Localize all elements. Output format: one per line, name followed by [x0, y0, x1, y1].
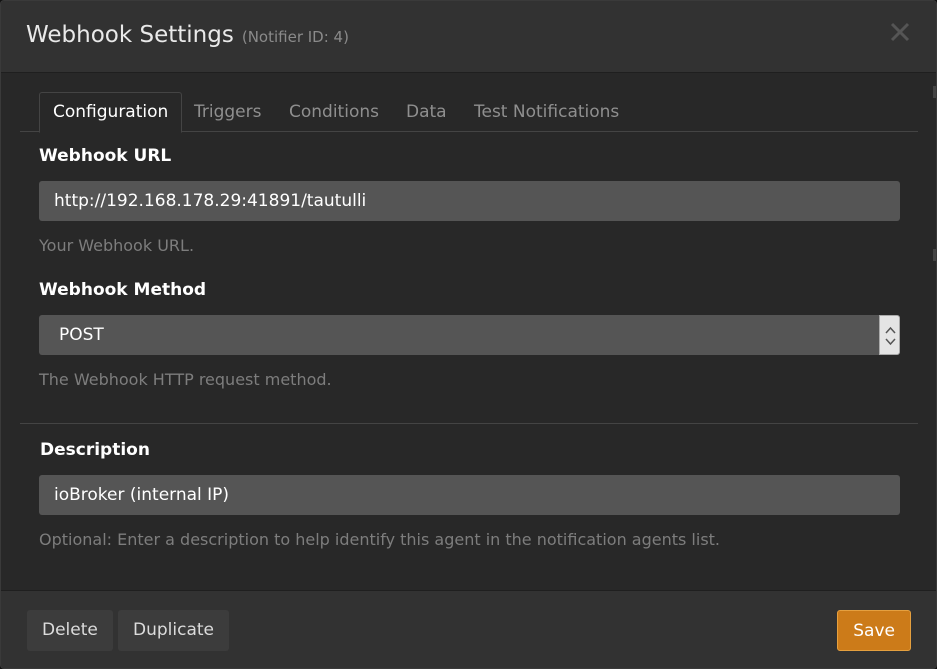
modal-title-text: Webhook Settings — [26, 22, 234, 48]
tab-data[interactable]: Data — [393, 92, 460, 132]
modal-body: Configuration Triggers Conditions Data T… — [1, 73, 936, 590]
webhook-method-help: The Webhook HTTP request method. — [39, 370, 332, 389]
close-icon[interactable] — [888, 19, 912, 45]
webhook-settings-modal: Webhook Settings (Notifier ID: 4) Configu… — [0, 0, 937, 669]
modal-header: Webhook Settings (Notifier ID: 4) — [1, 1, 936, 73]
notifier-id: (Notifier ID: 4) — [241, 28, 349, 46]
select-arrows-icon[interactable] — [879, 315, 900, 355]
description-help: Optional: Enter a description to help id… — [39, 530, 721, 549]
webhook-method-label: Webhook Method — [39, 280, 207, 300]
description-input[interactable]: ioBroker (internal IP) — [39, 475, 900, 515]
webhook-url-input[interactable]: http://192.168.178.29:41891/tautulli — [39, 181, 900, 221]
tab-triggers[interactable]: Triggers — [181, 92, 275, 132]
scrollbar-mark — [933, 86, 936, 98]
tab-bar: Configuration Triggers Conditions Data T… — [20, 92, 918, 133]
webhook-url-label: Webhook URL — [39, 146, 172, 166]
webhook-method-select[interactable]: POST — [39, 315, 900, 355]
delete-button[interactable]: Delete — [27, 610, 113, 651]
modal-footer: Delete Duplicate Save — [1, 590, 936, 668]
save-button[interactable]: Save — [837, 610, 911, 651]
scrollbar-mark-lower — [933, 249, 936, 261]
modal-title: Webhook Settings (Notifier ID: 4) — [26, 22, 349, 48]
tab-test-notifications[interactable]: Test Notifications — [461, 92, 632, 132]
webhook-method-value: POST — [59, 325, 104, 345]
webhook-url-help: Your Webhook URL. — [39, 236, 195, 255]
tab-configuration[interactable]: Configuration — [39, 92, 183, 133]
tab-conditions[interactable]: Conditions — [276, 92, 392, 132]
duplicate-button[interactable]: Duplicate — [118, 610, 229, 651]
description-label: Description — [40, 440, 150, 460]
section-divider — [20, 423, 918, 424]
